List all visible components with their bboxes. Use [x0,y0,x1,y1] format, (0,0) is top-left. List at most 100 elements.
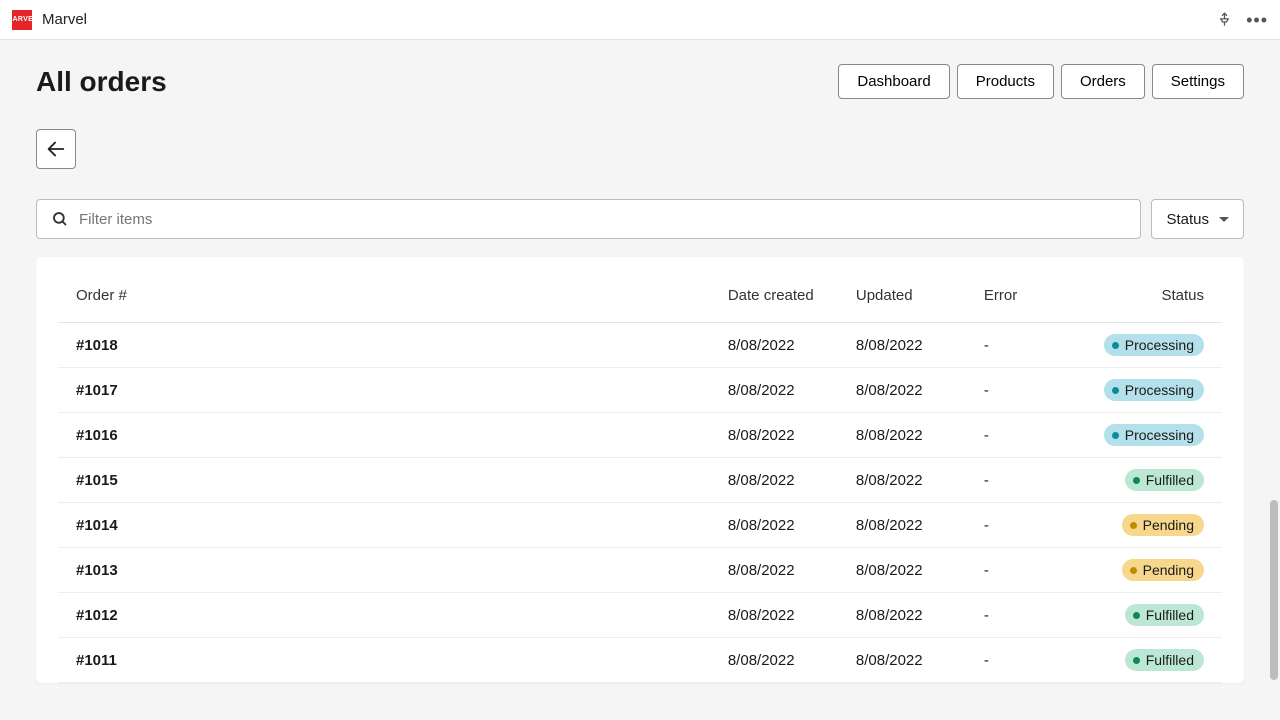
status-badge: Processing [1104,424,1204,446]
content-area: All orders Dashboard Products Orders Set… [0,40,1280,683]
cell-error: - [966,503,1059,548]
order-id: #1018 [76,337,118,354]
cell-error: - [966,323,1059,368]
status-badge: Fulfilled [1125,469,1204,491]
pin-icon[interactable] [1217,12,1232,27]
col-header-error: Error [966,277,1059,323]
cell-status: Processing [1059,413,1222,458]
table-header-row: Order # Date created Updated Error Statu… [58,277,1222,323]
cell-updated: 8/08/2022 [838,323,966,368]
chevron-down-icon [1219,217,1229,222]
cell-created: 8/08/2022 [710,548,838,593]
status-dot-icon [1133,477,1140,484]
cell-updated: 8/08/2022 [838,638,966,683]
status-dot-icon [1112,432,1119,439]
cell-updated: 8/08/2022 [838,593,966,638]
top-bar: MARVEL Marvel ••• [0,0,1280,40]
col-header-created: Date created [710,277,838,323]
col-header-updated: Updated [838,277,966,323]
order-id: #1011 [76,652,117,669]
status-badge: Fulfilled [1125,649,1204,671]
orders-table: Order # Date created Updated Error Statu… [58,277,1222,683]
table-row[interactable]: #10188/08/20228/08/2022-Processing [58,323,1222,368]
order-id: #1014 [76,517,118,534]
status-text: Pending [1143,517,1194,533]
cell-created: 8/08/2022 [710,638,838,683]
top-bar-right: ••• [1217,11,1268,29]
cell-status: Processing [1059,368,1222,413]
cell-created: 8/08/2022 [710,323,838,368]
status-dot-icon [1112,387,1119,394]
top-bar-left: MARVEL Marvel [12,10,87,30]
table-row[interactable]: #10148/08/20228/08/2022-Pending [58,503,1222,548]
cell-error: - [966,368,1059,413]
nav-tabs: Dashboard Products Orders Settings [838,64,1244,99]
status-dot-icon [1133,612,1140,619]
arrow-left-icon [45,138,67,160]
app-logo: MARVEL [12,10,32,30]
status-filter-dropdown[interactable]: Status [1151,199,1244,239]
cell-created: 8/08/2022 [710,458,838,503]
nav-products-button[interactable]: Products [957,64,1054,99]
cell-status: Pending [1059,503,1222,548]
status-dot-icon [1112,342,1119,349]
status-badge: Pending [1122,514,1204,536]
status-text: Fulfilled [1146,607,1194,623]
status-badge: Fulfilled [1125,604,1204,626]
cell-updated: 8/08/2022 [838,413,966,458]
status-text: Fulfilled [1146,472,1194,488]
cell-status: Fulfilled [1059,593,1222,638]
cell-created: 8/08/2022 [710,413,838,458]
app-name: Marvel [42,11,87,28]
back-button[interactable] [36,129,76,169]
search-field[interactable] [36,199,1141,239]
header-row: All orders Dashboard Products Orders Set… [36,64,1244,99]
cell-error: - [966,638,1059,683]
page-title: All orders [36,66,167,98]
orders-table-card: Order # Date created Updated Error Statu… [36,257,1244,683]
status-text: Pending [1143,562,1194,578]
more-icon[interactable]: ••• [1246,11,1268,29]
table-row[interactable]: #10138/08/20228/08/2022-Pending [58,548,1222,593]
status-dot-icon [1130,522,1137,529]
status-badge: Processing [1104,379,1204,401]
status-text: Processing [1125,427,1194,443]
search-icon [51,210,69,228]
table-row[interactable]: #10128/08/20228/08/2022-Fulfilled [58,593,1222,638]
cell-updated: 8/08/2022 [838,458,966,503]
cell-error: - [966,458,1059,503]
status-text: Processing [1125,382,1194,398]
order-id: #1015 [76,472,118,489]
order-id: #1017 [76,382,118,399]
status-filter-label: Status [1166,211,1209,228]
status-badge: Processing [1104,334,1204,356]
status-dot-icon [1130,567,1137,574]
cell-error: - [966,548,1059,593]
order-id: #1016 [76,427,118,444]
nav-settings-button[interactable]: Settings [1152,64,1244,99]
cell-error: - [966,413,1059,458]
nav-dashboard-button[interactable]: Dashboard [838,64,949,99]
col-header-status: Status [1059,277,1222,323]
nav-orders-button[interactable]: Orders [1061,64,1145,99]
scrollbar-thumb[interactable] [1270,500,1278,680]
cell-updated: 8/08/2022 [838,503,966,548]
cell-error: - [966,593,1059,638]
search-input[interactable] [69,211,1126,228]
cell-status: Processing [1059,323,1222,368]
status-dot-icon [1133,657,1140,664]
status-text: Processing [1125,337,1194,353]
order-id: #1013 [76,562,118,579]
status-badge: Pending [1122,559,1204,581]
table-row[interactable]: #10178/08/20228/08/2022-Processing [58,368,1222,413]
table-row[interactable]: #10168/08/20228/08/2022-Processing [58,413,1222,458]
cell-created: 8/08/2022 [710,503,838,548]
table-row[interactable]: #10158/08/20228/08/2022-Fulfilled [58,458,1222,503]
status-text: Fulfilled [1146,652,1194,668]
cell-status: Fulfilled [1059,458,1222,503]
cell-updated: 8/08/2022 [838,368,966,413]
cell-updated: 8/08/2022 [838,548,966,593]
table-row[interactable]: #10118/08/20228/08/2022-Fulfilled [58,638,1222,683]
cell-status: Fulfilled [1059,638,1222,683]
filter-row: Status [36,199,1244,239]
